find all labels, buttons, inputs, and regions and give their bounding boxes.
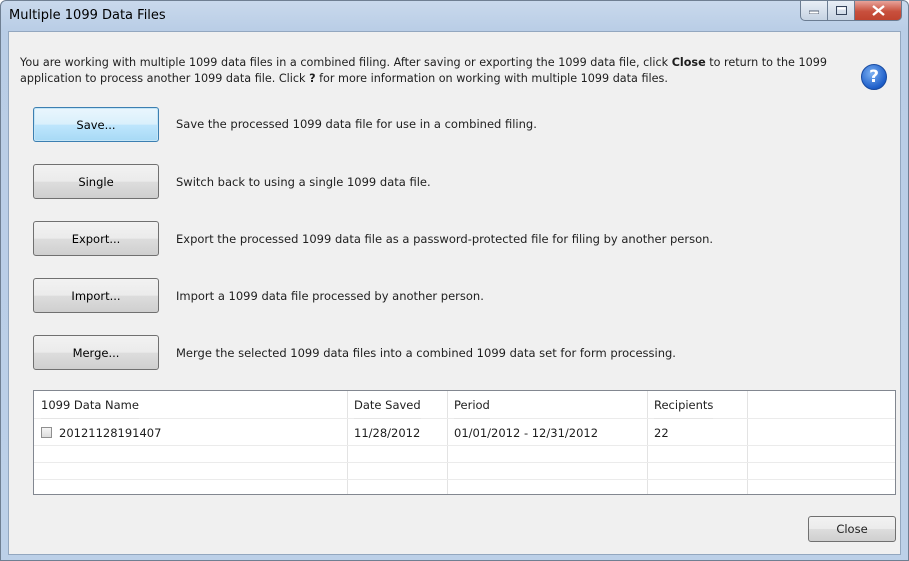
minimize-icon [809, 10, 819, 14]
close-icon [871, 5, 885, 16]
save-description: Save the processed 1099 data file for us… [176, 117, 537, 131]
intro-part3: for more information on working with mul… [315, 72, 668, 85]
row-recipients[interactable]: 22 [654, 426, 669, 440]
help-button[interactable]: ? [861, 64, 887, 90]
row-data-name[interactable]: 20121128191407 [59, 426, 161, 440]
column-header-recipients[interactable]: Recipients [654, 391, 714, 419]
maximize-icon [835, 6, 847, 15]
minimize-button[interactable] [800, 1, 828, 21]
single-button[interactable]: Single [33, 164, 159, 199]
single-description: Switch back to using a single 1099 data … [176, 175, 431, 189]
question-mark-icon: ? [869, 67, 879, 87]
row-period[interactable]: 01/01/2012 - 12/31/2012 [454, 426, 598, 440]
title-bar[interactable]: Multiple 1099 Data Files [1, 1, 908, 31]
merge-button[interactable]: Merge... [33, 335, 159, 370]
row-separator [34, 462, 895, 463]
row-separator [34, 445, 895, 446]
export-button[interactable]: Export... [33, 221, 159, 256]
window-close-button[interactable] [855, 1, 902, 21]
close-button[interactable]: Close [808, 516, 896, 542]
import-button[interactable]: Import... [33, 278, 159, 313]
window-title: Multiple 1099 Data Files [9, 8, 166, 23]
column-header-name[interactable]: 1099 Data Name [41, 391, 139, 419]
save-button[interactable]: Save... [33, 107, 159, 142]
import-description: Import a 1099 data file processed by ano… [176, 289, 484, 303]
maximize-button[interactable] [828, 1, 855, 21]
row-checkbox[interactable] [41, 427, 52, 438]
row-separator [34, 479, 895, 480]
column-header-period[interactable]: Period [454, 391, 490, 419]
intro-close-word: Close [671, 56, 706, 69]
data-files-table[interactable]: 1099 Data Name Date Saved Period Recipie… [33, 390, 896, 495]
intro-part1: You are working with multiple 1099 data … [20, 56, 672, 69]
merge-description: Merge the selected 1099 data files into … [176, 346, 676, 360]
row-date-saved[interactable]: 11/28/2012 [354, 426, 420, 440]
export-description: Export the processed 1099 data file as a… [176, 232, 714, 246]
column-header-date-saved[interactable]: Date Saved [354, 391, 421, 419]
caption-buttons [800, 1, 902, 21]
intro-text: You are working with multiple 1099 data … [20, 55, 850, 87]
